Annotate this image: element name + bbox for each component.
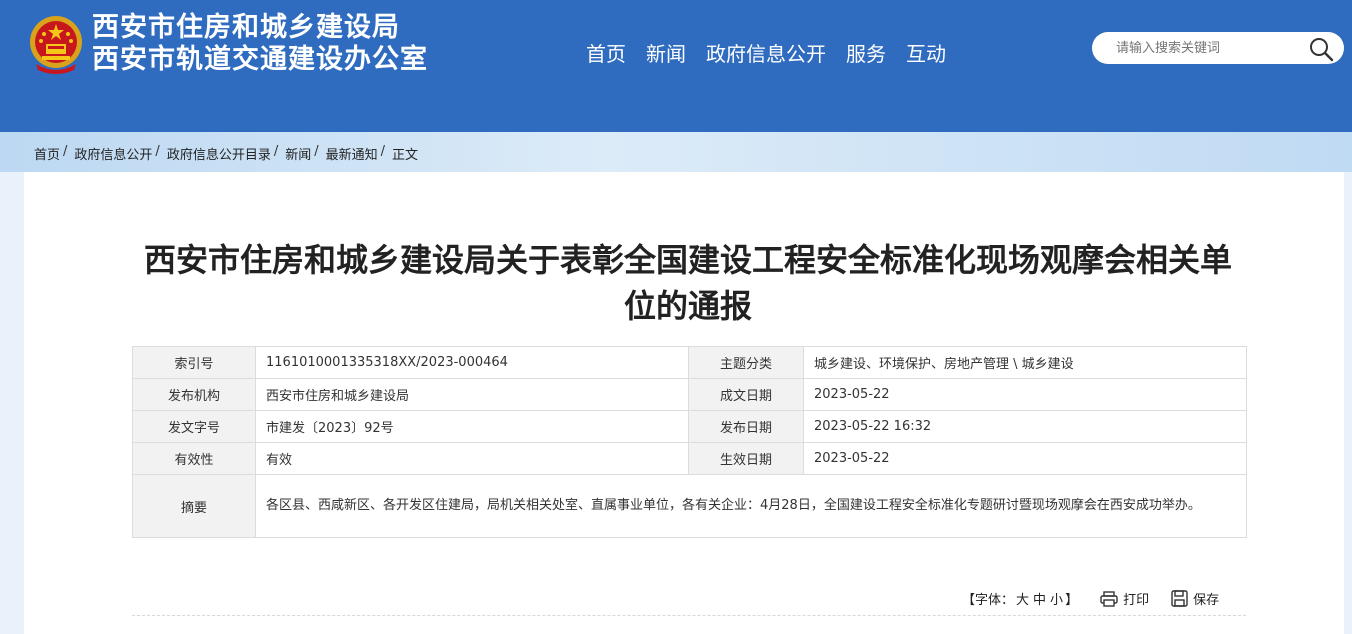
breadcrumb-separator: /: [273, 144, 279, 159]
publish-date-value: 2023-05-22 16:32: [803, 410, 1247, 443]
doc-number-value: 市建发〔2023〕92号: [255, 410, 689, 443]
made-date-label: 成文日期: [688, 378, 804, 411]
site-name-line1: 西安市住房和城乡建设局: [92, 12, 400, 43]
breadcrumb-gov-info[interactable]: 政府信息公开: [74, 144, 152, 163]
index-value: 1161010001335318XX/2023-000464: [255, 346, 689, 379]
nav-home[interactable]: 首页: [586, 38, 626, 70]
nav-news[interactable]: 新闻: [646, 38, 686, 70]
table-row: 有效性 有效 生效日期 2023-05-22: [132, 442, 1247, 475]
article-title: 西安市住房和城乡建设局关于表彰全国建设工程安全标准化现场观摩会相关单 位的通报: [130, 237, 1246, 329]
topic-label: 主题分类: [688, 346, 804, 379]
printer-icon: [1100, 590, 1118, 607]
breadcrumb-home[interactable]: 首页: [34, 144, 60, 163]
breadcrumb-current: 正文: [392, 148, 419, 163]
save-icon: [1171, 590, 1188, 607]
font-medium-button[interactable]: 中: [1033, 593, 1046, 608]
doc-info-table: 索引号 1161010001335318XX/2023-000464 主题分类 …: [132, 346, 1247, 538]
article-toolbar: 【字体：大中小】 打印 保存: [962, 589, 1219, 608]
breadcrumb: 首页 / 政府信息公开 / 政府信息公开目录 / 新闻 / 最新通知 / 正文: [34, 144, 418, 163]
font-large-button[interactable]: 大: [1016, 593, 1029, 608]
print-label: 打印: [1123, 593, 1150, 608]
breadcrumb-separator: /: [155, 144, 160, 159]
table-row: 摘要 各区县、西咸新区、各开发区住建局，局机关相关处室、直属事业单位，各有关企业…: [132, 474, 1247, 538]
font-size-prefix: 【字体：: [962, 593, 1015, 608]
search-input[interactable]: [1116, 37, 1306, 59]
abstract-label: 摘要: [132, 474, 256, 538]
breadcrumb-gov-info-catalog[interactable]: 政府信息公开目录: [167, 144, 271, 163]
org-label: 发布机构: [132, 378, 256, 411]
search-icon[interactable]: [1308, 36, 1334, 62]
abstract-value: 各区县、西咸新区、各开发区住建局，局机关相关处室、直属事业单位，各有关企业：4月…: [255, 474, 1247, 538]
table-row: 发布机构 西安市住房和城乡建设局 成文日期 2023-05-22: [132, 378, 1247, 411]
site-name-line2: 西安市轨道交通建设办公室: [92, 44, 428, 75]
nav-service[interactable]: 服务: [846, 38, 886, 70]
main-nav: 首页 新闻 政府信息公开 服务 互动: [586, 38, 966, 70]
validity-label: 有效性: [132, 442, 256, 475]
doc-number-label: 发文字号: [132, 410, 256, 443]
font-size-suffix: 】: [1065, 593, 1079, 608]
breadcrumb-separator: /: [314, 144, 319, 159]
effective-date-label: 生效日期: [688, 442, 804, 475]
effective-date-value: 2023-05-22: [803, 442, 1247, 475]
table-row: 发文字号 市建发〔2023〕92号 发布日期 2023-05-22 16:32: [132, 410, 1247, 443]
save-button[interactable]: 保存: [1171, 589, 1219, 608]
site-name[interactable]: 西安市住房和城乡建设局 西安市轨道交通建设办公室: [92, 12, 428, 76]
article-title-line1: 西安市住房和城乡建设局关于表彰全国建设工程安全标准化现场观摩会相关单: [143, 241, 1232, 279]
topic-value: 城乡建设、环境保护、房地产管理 \ 城乡建设: [803, 346, 1247, 379]
search-box: [1092, 32, 1344, 64]
breadcrumb-separator: /: [63, 144, 68, 159]
breadcrumb-news[interactable]: 新闻: [285, 144, 311, 163]
article-title-line2: 位的通报: [623, 287, 752, 325]
site-header: 西安市住房和城乡建设局 西安市轨道交通建设办公室 首页 新闻 政府信息公开 服务…: [0, 0, 1352, 132]
divider: [132, 615, 1246, 616]
font-size-control: 【字体：大中小】: [962, 589, 1078, 608]
table-row: 索引号 1161010001335318XX/2023-000464 主题分类 …: [132, 346, 1247, 379]
made-date-value: 2023-05-22: [803, 378, 1247, 411]
breadcrumb-latest-notice[interactable]: 最新通知: [326, 144, 378, 163]
nav-gov-info[interactable]: 政府信息公开: [706, 38, 826, 70]
nav-interact[interactable]: 互动: [906, 38, 946, 70]
index-label: 索引号: [132, 346, 256, 379]
national-emblem-icon[interactable]: [28, 14, 84, 74]
org-value: 西安市住房和城乡建设局: [255, 378, 689, 411]
print-button[interactable]: 打印: [1100, 589, 1149, 608]
publish-date-label: 发布日期: [688, 410, 804, 443]
font-small-button[interactable]: 小: [1050, 593, 1063, 608]
breadcrumb-separator: /: [380, 144, 386, 159]
save-label: 保存: [1193, 593, 1220, 608]
validity-value: 有效: [255, 442, 689, 475]
